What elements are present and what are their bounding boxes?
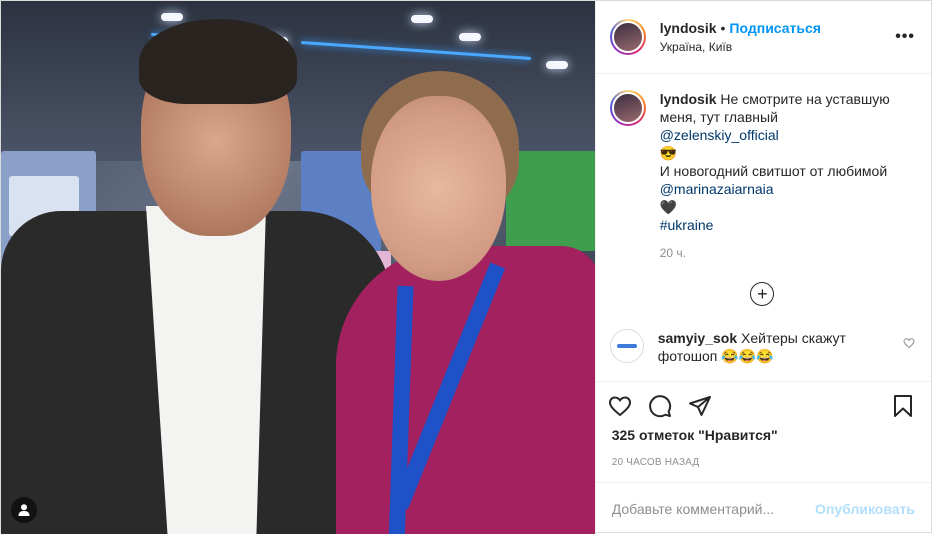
- author-username[interactable]: lyndosik: [660, 20, 717, 36]
- publish-button[interactable]: Опубликовать: [815, 501, 915, 517]
- author-avatar[interactable]: [609, 19, 646, 55]
- caption-emoji-1: 😎: [659, 145, 678, 161]
- post-sidebar: lyndosik • Подписаться Україна, Київ ••• l…: [594, 1, 931, 534]
- post-photo[interactable]: [1, 1, 595, 534]
- instagram-post: lyndosik • Подписаться Україна, Київ ••• l…: [0, 0, 932, 534]
- caption-timestamp[interactable]: 20 ч.: [660, 244, 900, 262]
- photo-ceiling-light: [459, 33, 481, 41]
- caption-line-2: И новогодний свитшот от любимой: [659, 163, 888, 179]
- comment-bubble-icon[interactable]: [648, 394, 672, 418]
- share-paper-plane-icon[interactable]: [688, 394, 712, 418]
- separator-dot: •: [720, 19, 726, 36]
- tagged-users-button[interactable]: [11, 497, 37, 523]
- post-age[interactable]: 20 ЧАСОВ НАЗАД: [596, 457, 931, 468]
- comment-text: samyiy_sok Хейтеры скажут фотошоп 😂😂😂: [658, 329, 870, 365]
- photo-ceiling-light: [161, 13, 183, 21]
- more-options-icon[interactable]: •••: [895, 28, 915, 46]
- caption: lyndosik Не смотрите на уставшую меня, т…: [609, 90, 915, 262]
- photo-ceiling-light: [546, 61, 568, 69]
- add-comment-bar: Опубликовать: [595, 482, 931, 534]
- likes-count[interactable]: 325 отметок "Нравится": [596, 427, 931, 443]
- caption-username[interactable]: lyndosik: [660, 91, 717, 107]
- action-bar: [595, 381, 931, 429]
- photo-shelf: [506, 151, 595, 251]
- load-more-comments-button[interactable]: +: [750, 282, 775, 306]
- post-header: lyndosik • Подписаться Україна, Київ •••: [595, 1, 931, 74]
- comment-item: samyiy_sok Хейтеры скажут фотошоп 😂😂😂: [609, 328, 915, 365]
- caption-author-avatar[interactable]: [609, 90, 646, 126]
- commenter-avatar[interactable]: [609, 329, 644, 363]
- photo-woman-sweatshirt: [336, 246, 595, 534]
- follow-button[interactable]: Подписаться: [729, 20, 821, 36]
- post-location[interactable]: Україна, Київ: [660, 38, 895, 56]
- mention-link[interactable]: @zelenskiy_official: [660, 127, 779, 143]
- comment-input[interactable]: [611, 500, 816, 517]
- save-bookmark-icon[interactable]: [891, 394, 915, 418]
- like-comment-heart-icon[interactable]: [903, 337, 915, 349]
- user-icon: [18, 504, 30, 516]
- photo-woman-face: [371, 96, 506, 281]
- hashtag-link[interactable]: #ukraine: [660, 217, 714, 233]
- caption-text: lyndosik Не смотрите на уставшую меня, т…: [660, 90, 900, 262]
- mention-link[interactable]: @marinazaiarnaia: [660, 181, 774, 197]
- author-meta: lyndosik • Подписаться Україна, Київ: [660, 19, 895, 56]
- photo-man-hair: [139, 19, 297, 104]
- comments-section: lyndosik Не смотрите на уставшую меня, т…: [596, 74, 931, 381]
- photo-ceiling-light: [411, 15, 433, 23]
- load-more-wrap: +: [610, 282, 915, 306]
- caption-emoji-2: 🖤: [659, 199, 678, 215]
- like-heart-icon[interactable]: [608, 394, 632, 418]
- brand-logo-icon: [616, 344, 637, 348]
- commenter-username[interactable]: samyiy_sok: [658, 330, 737, 346]
